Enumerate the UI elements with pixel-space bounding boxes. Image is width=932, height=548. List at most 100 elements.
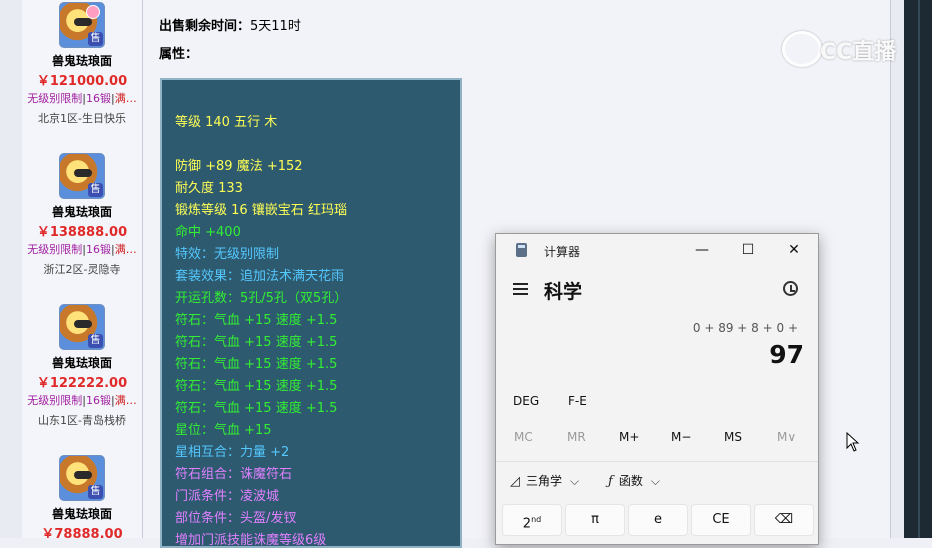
attr-line: 耐久度 133 [175,181,243,196]
mask-eyes-icon [74,471,92,479]
attr-line: 门派条件：凌波城 [175,489,280,504]
window-title: 计算器 [544,245,581,259]
watermark: CC直播 [820,40,897,65]
item-name[interactable]: 兽鬼珐琅面 [22,505,142,522]
listing-item[interactable]: 售 兽鬼珐琅面 ￥121000.00 无级别限制|16锻|满… 北京1区-生日快… [22,2,142,126]
page-scroll-gutter [890,0,905,538]
pink-badge-icon [86,5,100,19]
sell-badge: 售 [88,485,103,499]
tag-more: 满… [114,92,137,105]
item-server: 北京1区-生日快乐 [38,112,126,125]
item-name[interactable]: 兽鬼珐琅面 [22,203,142,220]
mask-eyes-icon [74,169,92,177]
item-price: ￥138888.00 [36,225,128,240]
attr-line: 部位条件：头盔/发钗 [175,511,297,526]
tag-more: 满… [114,243,137,256]
listing-item[interactable]: 售 兽鬼珐琅面 ￥78888.00 [22,455,142,538]
tag-forge: 16锻 [86,243,111,256]
attr-line: 等级 140 五行 木 [175,115,278,130]
time-remaining: 出售剩余时间：5天11时 [159,15,301,34]
attr-line: 防御 +89 魔法 +152 [175,159,303,174]
memory-subtract-button[interactable]: M− [671,430,691,444]
memory-store-button[interactable]: MS [724,430,742,444]
triangle-icon: ◿ [510,474,520,489]
memory-list-button[interactable]: M∨ [777,430,796,444]
pi-button[interactable]: π [565,504,625,536]
backspace-button[interactable]: ⌫ [754,504,814,536]
attr-line: 星相互合：力量 +2 [175,445,290,460]
attr-line: 特效：无级别限制 [175,247,280,262]
item-tags: 无级别限制|16锻|满… [22,392,142,408]
tag-level: 无级别限制 [27,243,83,256]
function-icon: ƒ [608,474,613,489]
item-name[interactable]: 兽鬼珐琅面 [22,52,142,69]
listing-item[interactable]: 售 兽鬼珐琅面 ￥122222.00 无级别限制|16锻|满… 山东1区-青岛栈… [22,304,142,428]
attr-line: 符石：气血 +15 速度 +1.5 [175,401,338,416]
minimize-button[interactable]: — [679,234,725,266]
deg-button[interactable]: DEG [513,394,539,408]
item-server: 浙江2区-灵隐寺 [43,263,121,276]
sell-badge: 售 [88,334,103,348]
e-button[interactable]: e [628,504,688,536]
watermark-logo-icon [782,31,822,67]
chevron-down-icon: ⌵ [570,474,580,488]
tag-more: 满… [114,394,137,407]
memory-add-button[interactable]: M+ [619,430,639,444]
item-thumbnail[interactable]: 售 [59,455,105,501]
tag-level: 无级别限制 [27,394,83,407]
result-display: 97 [769,340,804,369]
memory-recall-button[interactable]: MR [567,430,586,444]
attributes-box: 等级 140 五行 木 防御 +89 魔法 +152 耐久度 133 锻炼等级 … [160,78,462,548]
item-tags: 无级别限制|16锻|满… [22,90,142,106]
mode-title: 科学 [544,281,583,303]
function-dropdown[interactable]: ƒ 函数 ⌵ [608,472,660,489]
func-label: 函数 [618,474,643,488]
attr-line: 符石组合：诛魔符石 [175,467,293,482]
clear-entry-button[interactable]: CE [691,504,751,536]
expression-display: 0 + 89 + 8 + 0 + [692,321,798,335]
attr-label: 属性： [159,47,199,62]
trigonometry-dropdown[interactable]: ◿ 三角学 ⌵ [510,472,579,489]
second-button[interactable]: 2nd [502,504,562,536]
item-tags: 无级别限制|16锻|满… [22,241,142,257]
mask-eyes-icon [74,18,92,26]
calculator-window[interactable]: 计算器 — ☐ ✕ 科学 0 + 89 + 8 + 0 + 97 DEG F-E… [495,233,819,545]
sell-badge: 售 [88,183,103,197]
time-label: 出售剩余时间： [159,19,251,34]
item-price: ￥122222.00 [36,376,128,391]
divider [496,461,818,462]
attr-line: 命中 +400 [175,225,241,240]
menu-icon[interactable] [513,283,528,295]
item-thumbnail[interactable]: 售 [59,153,105,199]
attributes-heading: 属性： [159,43,198,62]
tag-forge: 16锻 [86,92,111,105]
attr-line: 开运孔数：5孔/5孔（双5孔） [175,291,348,306]
sell-badge: 售 [88,32,103,46]
tag-forge: 16锻 [86,394,111,407]
history-icon[interactable] [783,281,798,296]
attr-line: 星位：气血 +15 [175,423,272,438]
attr-line: 符石：气血 +15 速度 +1.5 [175,379,338,394]
attr-line: 套装效果：追加法术满天花雨 [175,269,345,284]
mask-eyes-icon [74,320,92,328]
time-value: 5天11时 [250,19,301,34]
trig-label: 三角学 [526,474,563,488]
listing-item[interactable]: 售 兽鬼珐琅面 ￥138888.00 无级别限制|16锻|满… 浙江2区-灵隐寺 [22,153,142,277]
listing-sidebar: 售 兽鬼珐琅面 ￥121000.00 无级别限制|16锻|满… 北京1区-生日快… [22,0,143,538]
close-button[interactable]: ✕ [771,234,817,266]
item-thumbnail[interactable]: 售 [59,2,105,48]
item-server: 山东1区-青岛栈桥 [38,414,126,427]
item-thumbnail[interactable]: 售 [59,304,105,350]
chevron-down-icon: ⌵ [650,474,660,488]
mode-bar: 科学 [496,276,818,304]
dark-side-panel [904,0,932,538]
item-name[interactable]: 兽鬼珐琅面 [22,354,142,371]
item-price: ￥78888.00 [41,527,123,538]
calculator-titlebar[interactable]: 计算器 — ☐ ✕ [496,234,818,266]
maximize-button[interactable]: ☐ [725,234,771,266]
attr-line: 增加门派技能诛魔等级6级 [175,533,327,548]
attr-line: 符石：气血 +15 速度 +1.5 [175,357,338,372]
fe-button[interactable]: F-E [568,394,587,408]
page-left-margin [0,0,23,538]
memory-clear-button[interactable]: MC [514,430,533,444]
